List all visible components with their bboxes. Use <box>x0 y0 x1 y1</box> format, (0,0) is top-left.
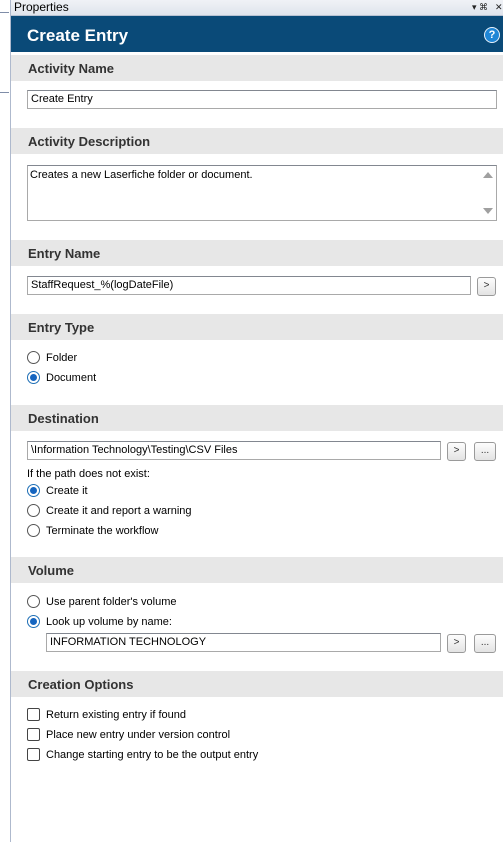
option-label: Return existing entry if found <box>46 709 187 721</box>
option-label: Use parent folder's volume <box>46 596 177 608</box>
volume-name-input[interactable]: INFORMATION TECHNOLOGY <box>46 633 441 652</box>
entry-name-token-button[interactable]: > <box>477 277 496 296</box>
option-label: Look up volume by name: <box>46 616 172 628</box>
activity-header: Create Entry ? <box>11 16 503 52</box>
section-destination: Destination <box>11 405 503 431</box>
left-panel-edge <box>0 0 11 842</box>
section-heading: Destination <box>28 411 99 426</box>
checkbox[interactable] <box>27 748 40 761</box>
option-label: Folder <box>46 352 78 364</box>
close-icon[interactable]: ✕ <box>495 1 503 13</box>
section-creation-options: Creation Options <box>11 671 503 697</box>
edge-tick <box>0 12 9 13</box>
checkbox[interactable] <box>27 728 40 741</box>
destination-token-button[interactable]: > <box>447 442 466 461</box>
option-label: Create it and report a warning <box>46 505 192 517</box>
destination-browse-button[interactable]: ... <box>474 442 496 461</box>
option-label: Place new entry under version control <box>46 729 231 741</box>
edge-tick <box>0 92 9 93</box>
checkbox[interactable] <box>27 708 40 721</box>
radio-button[interactable] <box>27 504 40 517</box>
volume-token-button[interactable]: > <box>447 634 466 653</box>
help-icon[interactable]: ? <box>484 27 500 43</box>
entry-name-input[interactable]: StaffRequest_%(logDateFile) <box>27 276 471 295</box>
section-heading: Entry Type <box>28 320 95 335</box>
radio-button[interactable] <box>27 595 40 608</box>
path-not-exist-label: If the path does not exist: <box>27 468 150 480</box>
option-label: Change starting entry to be the output e… <box>46 749 259 761</box>
section-heading: Entry Name <box>28 246 101 261</box>
pin-icon[interactable]: ▾ ⌘ <box>472 1 488 13</box>
activity-description-textarea[interactable]: Creates a new Laserfiche folder or docum… <box>27 165 497 221</box>
section-volume: Volume <box>11 557 503 583</box>
properties-titlebar: Properties ▾ ⌘ ✕ <box>11 0 503 16</box>
description-text: Creates a new Laserfiche folder or docum… <box>30 169 253 181</box>
section-activity-name: Activity Name <box>11 55 503 81</box>
option-label: Terminate the workflow <box>46 525 159 537</box>
section-entry-type: Entry Type <box>11 314 503 340</box>
activity-name-input[interactable]: Create Entry <box>27 90 497 109</box>
option-label: Document <box>46 372 97 384</box>
scroll-down-icon[interactable] <box>483 208 493 214</box>
radio-button[interactable] <box>27 351 40 364</box>
description-scrollbar[interactable] <box>479 166 496 220</box>
volume-browse-button[interactable]: ... <box>474 634 496 653</box>
section-heading: Volume <box>28 563 74 578</box>
activity-title: Create Entry <box>27 26 129 45</box>
radio-button[interactable] <box>27 524 40 537</box>
destination-path-input[interactable]: \Information Technology\Testing\CSV File… <box>27 441 441 460</box>
section-entry-name: Entry Name <box>11 240 503 266</box>
section-heading: Creation Options <box>28 677 134 692</box>
section-heading: Activity Description <box>28 134 151 149</box>
option-label: Create it <box>46 485 88 497</box>
radio-button[interactable] <box>27 484 40 497</box>
radio-button[interactable] <box>27 371 40 384</box>
radio-button[interactable] <box>27 615 40 628</box>
section-heading: Activity Name <box>28 61 114 76</box>
panel-title: Properties <box>14 0 69 14</box>
section-activity-description: Activity Description <box>11 128 503 154</box>
scroll-up-icon[interactable] <box>483 172 493 178</box>
